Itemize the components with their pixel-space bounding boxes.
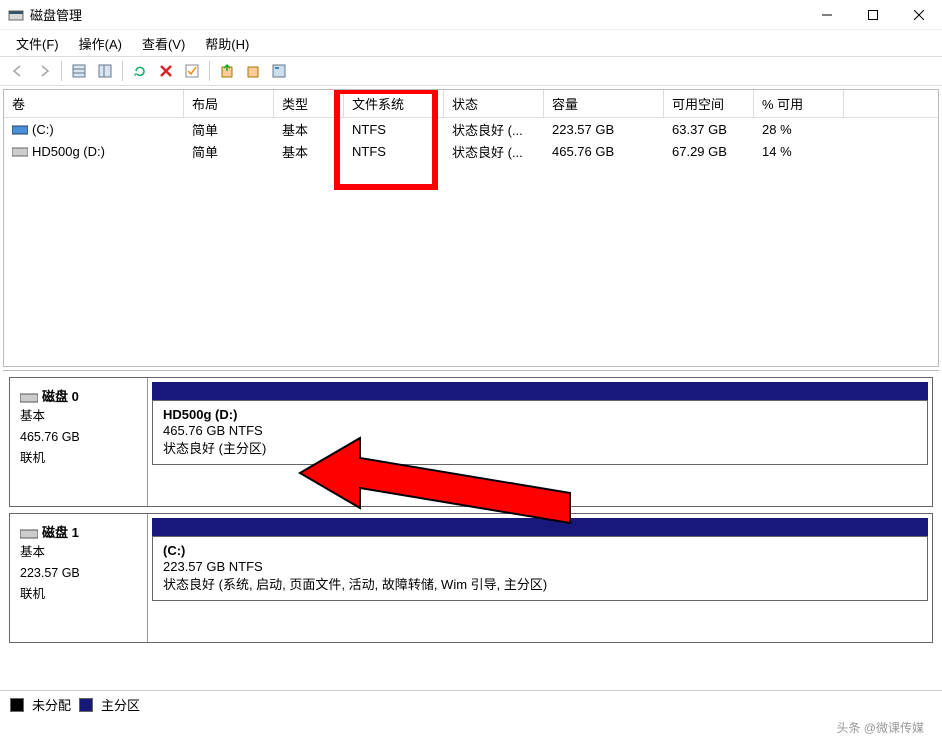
minimize-button[interactable] [804,0,850,30]
volume-name: HD500g (D:) [32,144,105,159]
col-header-capacity[interactable]: 容量 [544,90,664,117]
cell-free: 63.37 GB [664,120,754,139]
disk-row[interactable]: 磁盘 1 基本 223.57 GB 联机 (C:) 223.57 GB NTFS… [9,513,933,643]
disk-size: 465.76 GB [20,428,137,447]
view-list-button[interactable] [67,59,91,83]
volume-row[interactable]: HD500g (D:) 简单 基本 NTFS 状态良好 (... 465.76 … [4,140,938,162]
toolbar-separator [122,61,123,81]
cell-type: 基本 [274,118,344,141]
partition-name: (C:) [163,543,917,558]
refresh-button[interactable] [128,59,152,83]
legend-primary-label: 主分区 [101,695,140,714]
partition-box[interactable]: (C:) 223.57 GB NTFS 状态良好 (系统, 启动, 页面文件, … [152,536,928,601]
cell-capacity: 465.76 GB [544,142,664,161]
disk-icon [20,391,38,405]
partition-size: 223.57 GB NTFS [163,558,917,576]
menu-view[interactable]: 查看(V) [132,30,195,57]
volume-name: (C:) [32,122,54,137]
properties-button[interactable] [267,59,291,83]
legend-swatch-primary [79,698,93,712]
col-header-type[interactable]: 类型 [274,90,344,117]
disk-type: 基本 [20,543,137,562]
cell-type: 基本 [274,140,344,163]
delete-button[interactable] [154,59,178,83]
disk-icon [20,527,38,541]
disk-state: 联机 [20,585,137,604]
cell-layout: 简单 [184,118,274,141]
menubar: 文件(F) 操作(A) 查看(V) 帮助(H) [0,30,942,56]
cell-pct: 28 % [754,120,844,139]
cell-capacity: 223.57 GB [544,120,664,139]
menu-file[interactable]: 文件(F) [6,30,69,57]
cell-free: 67.29 GB [664,142,754,161]
toolbar-separator [209,61,210,81]
disk-state: 联机 [20,449,137,468]
col-header-free[interactable]: 可用空间 [664,90,754,117]
disk-row[interactable]: 磁盘 0 基本 465.76 GB 联机 HD500g (D:) 465.76 … [9,377,933,507]
toolbar-separator [61,61,62,81]
partition-status: 状态良好 (主分区) [163,440,917,458]
disk-name: 磁盘 0 [42,389,79,404]
partition-name: HD500g (D:) [163,407,917,422]
disk-size: 223.57 GB [20,564,137,583]
col-header-volume[interactable]: 卷 [4,90,184,117]
volume-list[interactable]: 卷 布局 类型 文件系统 状态 容量 可用空间 % 可用 (C:) 简单 基本 … [3,89,939,367]
cell-layout: 简单 [184,140,274,163]
partition-box[interactable]: HD500g (D:) 465.76 GB NTFS 状态良好 (主分区) [152,400,928,465]
cell-fs: NTFS [344,142,444,161]
cell-status: 状态良好 (... [444,140,544,163]
disk-label-area: 磁盘 1 基本 223.57 GB 联机 [10,514,148,642]
cell-pct: 14 % [754,142,844,161]
legend-unallocated-label: 未分配 [32,695,71,714]
forward-button [32,59,56,83]
drive-icon [12,146,28,158]
view-detail-button[interactable] [93,59,117,83]
col-header-percent[interactable]: % 可用 [754,90,844,117]
legend-bar: 未分配 主分区 [0,690,942,718]
cell-status: 状态良好 (... [444,118,544,141]
drive-icon [12,124,28,136]
action-1-button[interactable] [215,59,239,83]
col-header-status[interactable]: 状态 [444,90,544,117]
toolbar [0,56,942,86]
menu-action[interactable]: 操作(A) [69,30,132,57]
app-icon [8,7,24,23]
titlebar: 磁盘管理 [0,0,942,30]
window-title: 磁盘管理 [30,5,804,24]
cell-fs: NTFS [344,120,444,139]
disk-type: 基本 [20,407,137,426]
back-button [6,59,30,83]
close-button[interactable] [896,0,942,30]
partition-status: 状态良好 (系统, 启动, 页面文件, 活动, 故障转储, Wim 引导, 主分… [163,576,917,594]
volume-row[interactable]: (C:) 简单 基本 NTFS 状态良好 (... 223.57 GB 63.3… [4,118,938,140]
partition-header-bar [152,518,928,536]
menu-help[interactable]: 帮助(H) [195,30,259,57]
col-header-layout[interactable]: 布局 [184,90,274,117]
disk-graphical-panel[interactable]: 磁盘 0 基本 465.76 GB 联机 HD500g (D:) 465.76 … [3,370,939,690]
col-header-filesystem[interactable]: 文件系统 [344,90,444,117]
legend-swatch-unallocated [10,698,24,712]
partition-header-bar [152,382,928,400]
disk-name: 磁盘 1 [42,525,79,540]
watermark-text: 头条 @微课传媒 [836,719,924,736]
maximize-button[interactable] [850,0,896,30]
action-2-button[interactable] [241,59,265,83]
check-button[interactable] [180,59,204,83]
volume-list-header: 卷 布局 类型 文件系统 状态 容量 可用空间 % 可用 [4,90,938,118]
partition-size: 465.76 GB NTFS [163,422,917,440]
disk-label-area: 磁盘 0 基本 465.76 GB 联机 [10,378,148,506]
